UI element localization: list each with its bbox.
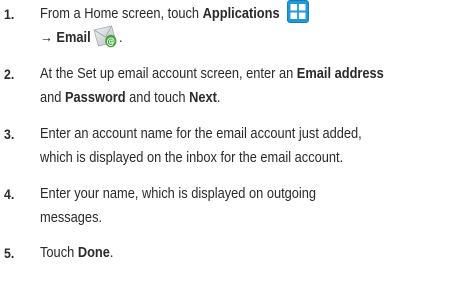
step-number: 4. bbox=[4, 186, 15, 202]
step-text: From a Home screen, touch Applications →… bbox=[40, 0, 422, 51]
step-number: 5. bbox=[4, 245, 15, 261]
step-text: Touch Done. bbox=[40, 242, 422, 266]
step-text: At the Set up email account screen, ente… bbox=[40, 63, 422, 110]
step-line: From a Home screen, touch Applications bbox=[40, 0, 422, 27]
step-text-segment: From a Home screen, touch bbox=[40, 6, 203, 22]
next-label: Next bbox=[189, 89, 217, 106]
step-text-segment: . bbox=[118, 29, 123, 46]
step-line: which is displayed on the inbox for the … bbox=[40, 149, 344, 166]
email-address-label: Email address bbox=[296, 66, 384, 82]
done-label: Done bbox=[77, 245, 110, 261]
step-line: messages. bbox=[40, 209, 103, 226]
step-line: and Password and touch Next. bbox=[40, 87, 422, 111]
step-number: 1. bbox=[4, 6, 15, 22]
step-line: Enter an account name for the email acco… bbox=[40, 126, 362, 142]
step-line: → Email @ . bbox=[40, 25, 422, 51]
step-text-segment: and bbox=[40, 89, 65, 106]
svg-text:@: @ bbox=[107, 37, 115, 48]
step-text-segment: . bbox=[216, 89, 221, 106]
step-line: At the Set up email account screen, ente… bbox=[40, 63, 422, 87]
step-text-segment: At the Set up email account screen, ente… bbox=[40, 66, 297, 82]
email-envelope-icon: @ bbox=[93, 25, 119, 48]
applications-label: Applications bbox=[202, 6, 280, 22]
step-number: 2. bbox=[4, 66, 15, 82]
password-label: Password bbox=[64, 89, 126, 106]
step-text: Enter your name, which is displayed on o… bbox=[40, 183, 422, 230]
email-label: → Email bbox=[40, 29, 91, 46]
step-text-segment: and touch bbox=[125, 89, 190, 106]
step-number: 3. bbox=[4, 126, 15, 142]
step-line: Touch Done. bbox=[40, 242, 422, 266]
applications-grid-icon bbox=[286, 0, 309, 23]
step-text-segment: Touch bbox=[40, 245, 78, 261]
step-line: Enter your name, which is displayed on o… bbox=[40, 186, 317, 202]
step-text-segment: . bbox=[109, 245, 114, 261]
step-text: Enter an account name for the email acco… bbox=[40, 123, 422, 170]
